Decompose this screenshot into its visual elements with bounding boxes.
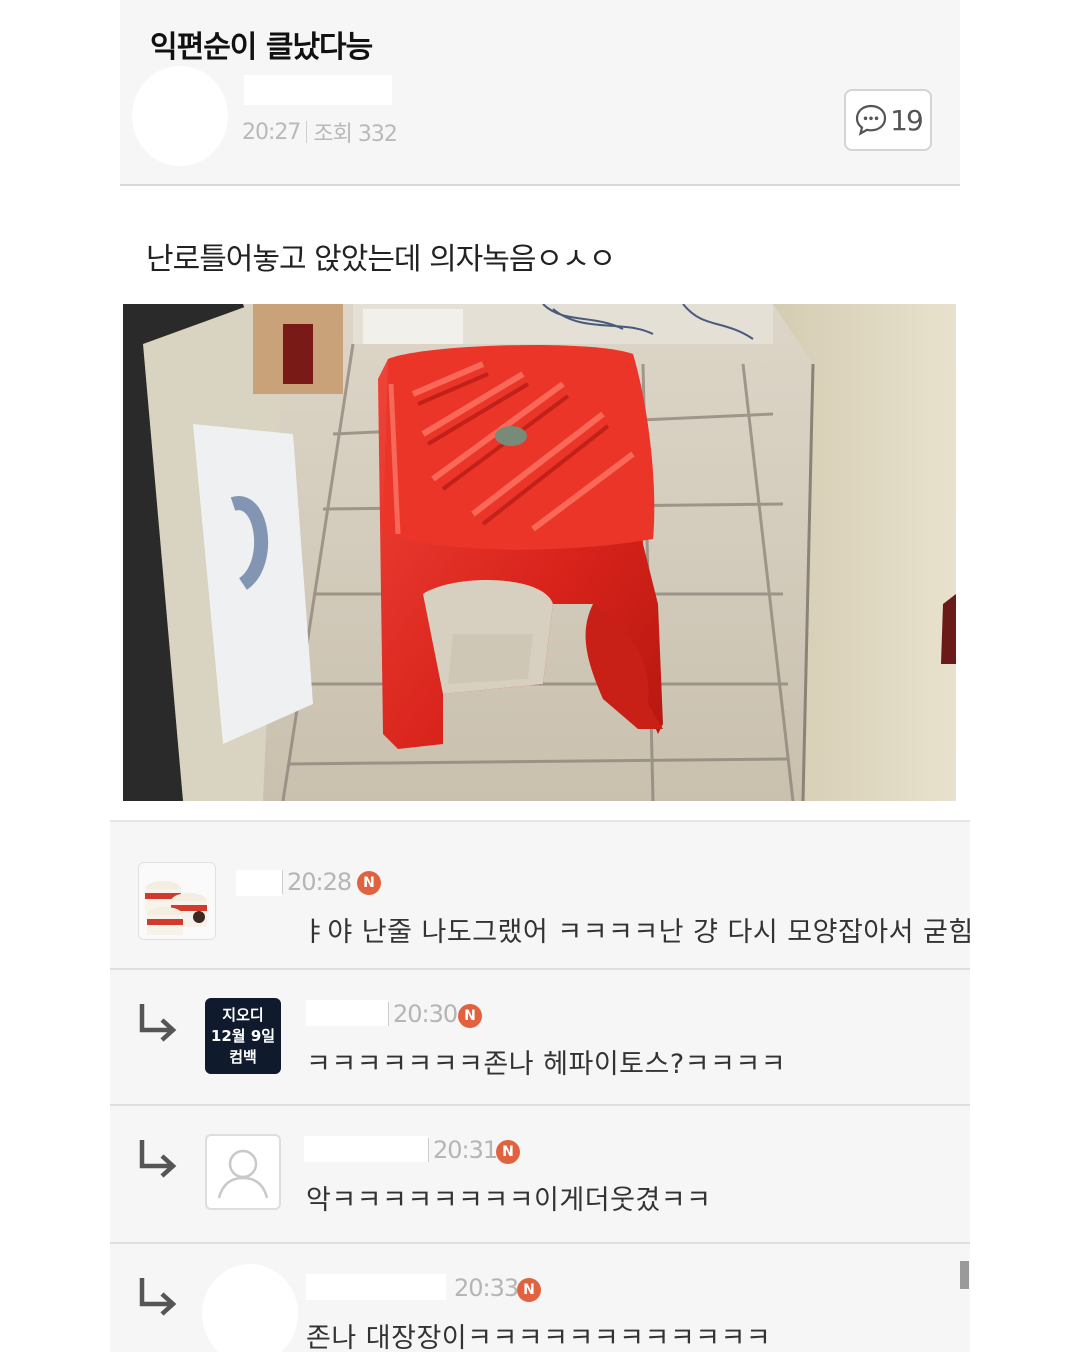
time-divider	[388, 1002, 389, 1026]
person-silhouette-icon	[217, 1149, 269, 1199]
new-badge: N	[517, 1278, 541, 1302]
comment-count-button[interactable]: 19	[844, 89, 932, 151]
reply-item: 지오디 12월 9일 컴백 20:30 N ㅋㅋㅋㅋㅋㅋㅋ존나 헤파이토스?ㅋㅋ…	[110, 970, 970, 1106]
comment-time-text: 20:28	[287, 868, 352, 896]
comment-time-text: 20:33	[454, 1274, 519, 1302]
commenter-avatar[interactable]	[205, 1134, 281, 1210]
reply-item: 20:33 N 존나 대장장이ㅋㅋㅋㅋㅋㅋㅋㅋㅋㅋㅋㅋ	[110, 1244, 970, 1364]
comment-time: 20:33	[454, 1274, 519, 1302]
commenter-name-redacted	[306, 1274, 446, 1300]
time-divider	[428, 1138, 429, 1162]
commenter-name-redacted	[236, 870, 282, 896]
meta-divider	[306, 121, 308, 143]
comment-text: ㅑ야 난줄 나도그랬어 ㅋㅋㅋㅋ난 걍 다시 모양잡아서 굳힘	[302, 917, 974, 948]
reply-arrow-icon	[139, 1278, 177, 1316]
post-photo[interactable]	[123, 304, 956, 801]
reply-arrow-icon	[139, 1140, 177, 1178]
comment-list: 20:28 N ㅑ야 난줄 나도그랬어 ㅋㅋㅋㅋ난 걍 다시 모양잡아서 굳힘 …	[110, 820, 973, 1364]
comment-time-text: 20:30	[393, 1000, 458, 1028]
post-views: 조회 332	[313, 122, 397, 147]
scrollbar-thumb[interactable]	[960, 1261, 969, 1289]
commenter-name-redacted	[304, 1136, 428, 1162]
melted-stool-photo	[123, 304, 956, 801]
comment-time: 20:28	[282, 868, 352, 896]
comment-text: 존나 대장장이ㅋㅋㅋㅋㅋㅋㅋㅋㅋㅋㅋㅋ	[306, 1323, 772, 1354]
avatar-text-line: 컴백	[229, 1047, 257, 1066]
commenter-avatar[interactable]	[138, 862, 216, 940]
time-divider	[282, 870, 283, 894]
avatar-text-line: 12월 9일	[210, 1026, 276, 1045]
rice-cup-avatar-icon	[139, 863, 215, 939]
author-avatar[interactable]	[132, 66, 228, 166]
new-badge: N	[357, 871, 381, 895]
comment-text: ㅋㅋㅋㅋㅋㅋㅋ존나 헤파이토스?ㅋㅋㅋㅋ	[306, 1049, 787, 1080]
post-meta: 20:27 조회 332	[242, 116, 398, 148]
comment-time-text: 20:31	[433, 1136, 498, 1164]
comment-count: 19	[890, 103, 924, 137]
post-body-text: 난로틀어놓고 앉았는데 의자녹음ㅇㅅㅇ	[146, 242, 616, 277]
commenter-avatar[interactable]	[202, 1264, 298, 1364]
post-title: 익편순이 클났다능	[150, 30, 373, 65]
comment-item: 20:28 N ㅑ야 난줄 나도그랬어 ㅋㅋㅋㅋ난 걍 다시 모양잡아서 굳힘	[110, 832, 973, 970]
avatar-text-line: 지오디	[222, 1005, 264, 1024]
commenter-avatar[interactable]: 지오디 12월 9일 컴백	[205, 998, 281, 1074]
commenter-name-redacted	[306, 1000, 388, 1026]
post-header: 익편순이 클났다능 20:27 조회 332 19	[120, 0, 960, 186]
new-badge: N	[458, 1004, 482, 1028]
comment-time: 20:30	[388, 1000, 458, 1028]
comment-text: 악ㅋㅋㅋㅋㅋㅋㅋㅋ이게더웃겼ㅋㅋ	[306, 1185, 712, 1216]
post-time: 20:27	[242, 119, 301, 145]
speech-bubble-icon	[856, 104, 887, 136]
new-badge: N	[496, 1140, 520, 1164]
author-name-redacted	[244, 75, 392, 105]
comment-time: 20:31	[428, 1136, 498, 1164]
reply-arrow-icon	[139, 1004, 177, 1042]
reply-item: 20:31 N 악ㅋㅋㅋㅋㅋㅋㅋㅋ이게더웃겼ㅋㅋ	[110, 1106, 970, 1244]
